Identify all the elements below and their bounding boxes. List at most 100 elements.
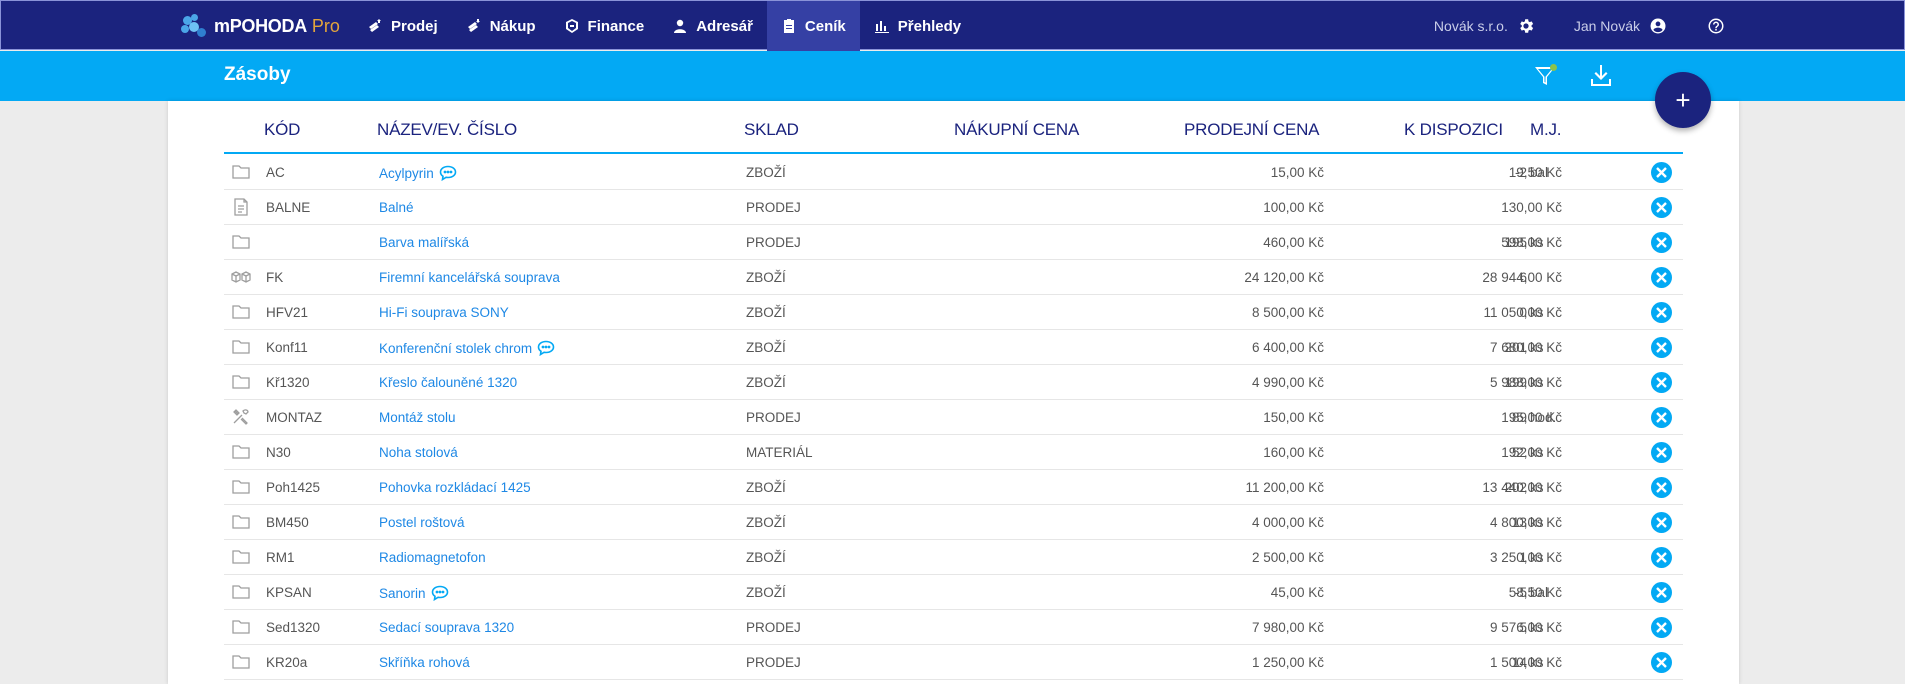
nav-label: Finance xyxy=(587,17,645,35)
item-name-link[interactable]: Montáž stolu xyxy=(379,410,456,425)
company-name[interactable]: Novák s.r.o. xyxy=(1434,18,1508,34)
delete-item-button[interactable] xyxy=(1651,302,1672,323)
item-name-link[interactable]: Postel roštová xyxy=(379,515,465,530)
table-row[interactable]: Barva malířská PRODEJ 460,00 Kč 598,00 Kč 19… xyxy=(224,225,1683,260)
help-button[interactable] xyxy=(1706,16,1726,36)
item-available-qty: 5 xyxy=(1519,620,1527,635)
table-row[interactable]: Kř1320 Křeslo čalouněné 1320 ZBOŽÍ 4 990,00… xyxy=(224,365,1683,400)
delete-item-button[interactable] xyxy=(1651,512,1672,533)
table-row[interactable]: RM1 Radiomagnetofon ZBOŽÍ 2 500,00 Kč 3 250,… xyxy=(224,540,1683,575)
user-name[interactable]: Jan Novák xyxy=(1574,18,1640,34)
close-icon xyxy=(1656,167,1667,178)
nav-item-prehledy[interactable]: Přehledy xyxy=(860,1,975,51)
stock-table-body: AC Acylpyrin ZBOŽÍ 15,00 Kč 19,50 Kč -2 bal BAL… xyxy=(224,155,1683,680)
item-available-qty: 14 xyxy=(1511,655,1527,670)
delete-item-button[interactable] xyxy=(1651,232,1672,253)
table-row[interactable]: FK Firemní kancelářská souprava ZBOŽÍ 24 12… xyxy=(224,260,1683,295)
item-name: Konferenční stolek chrom xyxy=(379,340,533,356)
company-settings-button[interactable] xyxy=(1516,16,1536,36)
delete-item-button[interactable] xyxy=(1651,582,1672,603)
item-unit: ks xyxy=(1530,340,1544,355)
comment-icon[interactable] xyxy=(431,585,449,602)
item-name-link[interactable]: Konferenční stolek chrom xyxy=(379,340,555,357)
nav-item-finance[interactable]: Finance xyxy=(550,1,659,51)
item-code: BM450 xyxy=(266,515,309,530)
delete-item-button[interactable] xyxy=(1651,617,1672,638)
delete-item-button[interactable] xyxy=(1651,267,1672,288)
delete-item-button[interactable] xyxy=(1651,372,1672,393)
item-name-link[interactable]: Sedací souprava 1320 xyxy=(379,620,514,635)
user-account-button[interactable] xyxy=(1648,16,1668,36)
item-store: ZBOŽÍ xyxy=(746,305,786,320)
column-header-name[interactable]: NÁZEV/EV. ČÍSLO xyxy=(377,120,517,140)
delete-item-button[interactable] xyxy=(1651,407,1672,428)
comment-icon[interactable] xyxy=(439,165,457,182)
table-row[interactable]: MONTAZ Montáž stolu PRODEJ 150,00 Kč 195,00 … xyxy=(224,400,1683,435)
item-name-link[interactable]: Pohovka rozkládací 1425 xyxy=(379,480,531,495)
nav-item-nakup[interactable]: Nákup xyxy=(452,1,550,51)
item-name-link[interactable]: Skříňka rohová xyxy=(379,655,470,670)
item-store: ZBOŽÍ xyxy=(746,165,786,180)
table-row[interactable]: Sed1320 Sedací souprava 1320 PRODEJ 7 980,0… xyxy=(224,610,1683,645)
delete-item-button[interactable] xyxy=(1651,337,1672,358)
brand[interactable]: mPOHODA Pro xyxy=(181,1,340,51)
item-buy-price: 160,00 Kč xyxy=(1263,445,1324,460)
table-row[interactable]: AC Acylpyrin ZBOŽÍ 15,00 Kč 19,50 Kč -2 bal xyxy=(224,155,1683,190)
nav-item-prodej[interactable]: Prodej xyxy=(353,1,452,51)
app-edition: Pro xyxy=(311,15,340,36)
table-row[interactable]: KR20a Skříňka rohová PRODEJ 1 250,00 Kč 1 50… xyxy=(224,645,1683,680)
comment-icon[interactable] xyxy=(537,340,555,357)
column-header-code[interactable]: KÓD xyxy=(264,120,300,140)
delete-item-button[interactable] xyxy=(1651,197,1672,218)
nav-label: Přehledy xyxy=(897,17,962,35)
item-buy-price: 100,00 Kč xyxy=(1263,200,1324,215)
table-row[interactable]: BALNE Balné PRODEJ 100,00 Kč 130,00 Kč xyxy=(224,190,1683,225)
item-unit: ks xyxy=(1530,550,1544,565)
item-code: FK xyxy=(266,270,284,285)
page-title: Zásoby xyxy=(224,64,291,85)
table-row[interactable]: N30 Noha stolová MATERIÁL 160,00 Kč 192,00 K… xyxy=(224,435,1683,470)
close-icon xyxy=(1656,482,1667,493)
table-row[interactable]: HFV21 Hi-Fi souprava SONY ZBOŽÍ 8 500,00 Kč… xyxy=(224,295,1683,330)
item-name-link[interactable]: Křeslo čalouněné 1320 xyxy=(379,375,517,390)
item-unit: bal xyxy=(1530,165,1549,180)
item-name-link[interactable]: Acylpyrin xyxy=(379,165,457,182)
item-code: RM1 xyxy=(266,550,295,565)
delete-item-button[interactable] xyxy=(1651,442,1672,463)
filter-button[interactable] xyxy=(1532,63,1558,89)
column-header-sell-price[interactable]: PRODEJNÍ CENA xyxy=(1184,120,1320,140)
table-row[interactable]: Konf11 Konferenční stolek chrom ZBOŽÍ 6 400… xyxy=(224,330,1683,365)
item-name-link[interactable]: Balné xyxy=(379,200,414,215)
table-row[interactable]: Poh1425 Pohovka rozkládací 1425 ZBOŽÍ 11 20… xyxy=(224,470,1683,505)
delete-item-button[interactable] xyxy=(1651,477,1672,498)
close-icon xyxy=(1656,657,1667,668)
table-row[interactable]: KPSAN Sanorin ZBOŽÍ 45,00 Kč 58,50 Kč -5 bal xyxy=(224,575,1683,610)
column-header-unit[interactable]: M.J. xyxy=(1530,120,1562,140)
item-store: MATERIÁL xyxy=(746,445,813,460)
main-menu: Prodej Nákup Finance Adresář Ceník Přehl… xyxy=(353,1,975,51)
export-button[interactable] xyxy=(1588,63,1614,89)
nav-item-cenik[interactable]: Ceník xyxy=(766,1,860,51)
nav-label: Ceník xyxy=(804,17,846,35)
table-row[interactable]: BM450 Postel roštová ZBOŽÍ 4 000,00 Kč 4 800… xyxy=(224,505,1683,540)
item-name-link[interactable]: Barva malířská xyxy=(379,235,469,250)
column-header-buy-price[interactable]: NÁKUPNÍ CENA xyxy=(954,120,1079,140)
item-code: Kř1320 xyxy=(266,375,310,390)
close-icon xyxy=(1656,237,1667,248)
item-store: PRODEJ xyxy=(746,620,801,635)
column-header-store[interactable]: SKLAD xyxy=(744,120,799,140)
item-name-link[interactable]: Sanorin xyxy=(379,585,449,602)
item-name-link[interactable]: Hi-Fi souprava SONY xyxy=(379,305,509,320)
add-item-button[interactable]: + xyxy=(1655,72,1711,128)
nav-item-adresar[interactable]: Adresář xyxy=(658,1,767,51)
account-circle-icon xyxy=(1650,18,1666,34)
delete-item-button[interactable] xyxy=(1651,547,1672,568)
delete-item-button[interactable] xyxy=(1651,652,1672,673)
close-icon xyxy=(1656,377,1667,388)
item-available-qty: 199 xyxy=(1504,375,1527,390)
column-header-available[interactable]: K DISPOZICI xyxy=(1404,120,1503,140)
item-name-link[interactable]: Firemní kancelářská souprava xyxy=(379,270,560,285)
item-name-link[interactable]: Noha stolová xyxy=(379,445,458,460)
delete-item-button[interactable] xyxy=(1651,162,1672,183)
item-name-link[interactable]: Radiomagnetofon xyxy=(379,550,486,565)
